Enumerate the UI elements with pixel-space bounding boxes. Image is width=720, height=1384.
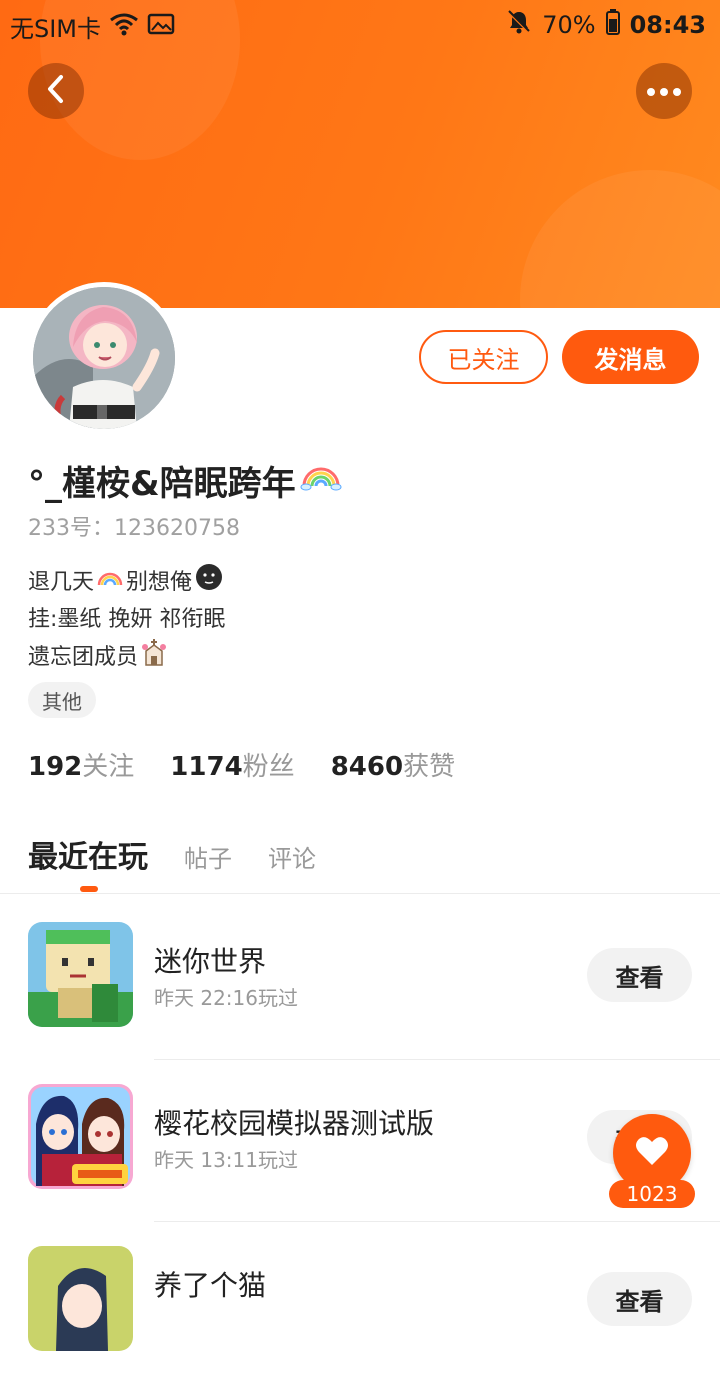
game-icon-cat xyxy=(28,1246,133,1351)
status-bar: 无SIM卡 70% 08:43 xyxy=(0,0,720,50)
game-name: 养了个猫 xyxy=(154,1269,267,1302)
likes-count: 8460 xyxy=(330,752,404,782)
wifi-icon xyxy=(109,12,139,42)
battery-percent: 70% xyxy=(542,11,596,39)
following-count: 192 xyxy=(28,752,83,782)
rainbow-icon xyxy=(300,461,342,501)
profile-tabs: 最近在玩 帖子 评论 xyxy=(28,832,316,876)
tab-recently-played[interactable]: 最近在玩 xyxy=(28,832,148,876)
chevron-left-icon xyxy=(45,74,67,108)
like-count-badge: 1023 xyxy=(609,1180,695,1208)
following-stat[interactable]: 192关注 xyxy=(28,746,134,783)
carrier-label: 无SIM卡 xyxy=(10,15,102,43)
list-item[interactable]: 迷你世界 昨天 22:16玩过 查看 xyxy=(0,898,720,1060)
last-played-time: 昨天 13:11玩过 xyxy=(154,1148,298,1172)
back-button[interactable] xyxy=(28,63,84,119)
tab-comments[interactable]: 评论 xyxy=(268,839,316,874)
user-id: 233号：123620758 xyxy=(28,516,240,541)
more-options-button[interactable] xyxy=(636,63,692,119)
bio: 退几天 别想俺 挂:墨纸 挽妍 祁衔眠 遗忘团成员 xyxy=(28,562,225,678)
game-name: 迷你世界 xyxy=(154,945,267,978)
rainbow-icon xyxy=(96,566,124,600)
followed-button[interactable]: 已关注 xyxy=(419,330,548,384)
tag-chip[interactable]: 其他 xyxy=(28,682,96,718)
bio-line-2: 挂:墨纸 挽妍 祁衔眠 xyxy=(28,607,226,632)
view-button[interactable]: 查看 xyxy=(587,948,692,1002)
bio-line-1: 退几天 别想俺 xyxy=(28,562,225,603)
nickname: °_槿桉&陪眠跨年 xyxy=(28,456,342,505)
tab-indicator xyxy=(80,886,98,892)
divider xyxy=(0,893,720,894)
mute-bell-icon xyxy=(506,9,532,41)
fans-count: 1174 xyxy=(170,752,243,782)
avatar[interactable] xyxy=(28,282,180,434)
list-item[interactable]: 养了个猫 查看 xyxy=(0,1222,720,1384)
wedding-chapel-icon xyxy=(140,637,168,678)
bio-text: 退几天 xyxy=(28,569,95,595)
fans-label: 粉丝 xyxy=(242,752,295,782)
image-icon xyxy=(147,12,175,42)
send-message-button[interactable]: 发消息 xyxy=(562,330,699,384)
last-played-time: 昨天 22:16玩过 xyxy=(154,986,298,1010)
game-icon-mini-world xyxy=(28,922,133,1027)
dark-moon-face-icon xyxy=(194,562,224,603)
clock: 08:43 xyxy=(629,11,706,39)
more-dots-icon xyxy=(646,82,682,101)
view-button[interactable]: 查看 xyxy=(587,1272,692,1326)
likes-label: 获赞 xyxy=(403,752,456,782)
game-icon-sakura-school xyxy=(28,1084,133,1189)
bio-line-3: 遗忘团成员 xyxy=(28,637,225,678)
bio-text: 遗忘团成员 xyxy=(28,644,139,670)
likes-stat[interactable]: 8460获赞 xyxy=(331,746,455,783)
nickname-text: °_槿桉&陪眠跨年 xyxy=(28,464,296,504)
following-label: 关注 xyxy=(82,752,135,782)
battery-icon xyxy=(605,9,620,41)
stats-row: 192关注 1174粉丝 8460获赞 xyxy=(28,746,455,783)
tab-posts[interactable]: 帖子 xyxy=(184,839,232,874)
fans-stat[interactable]: 1174粉丝 xyxy=(170,746,294,783)
heart-icon xyxy=(635,1136,669,1170)
bio-text: 别想俺 xyxy=(126,569,193,595)
game-name: 樱花校园模拟器测试版 xyxy=(154,1107,435,1140)
